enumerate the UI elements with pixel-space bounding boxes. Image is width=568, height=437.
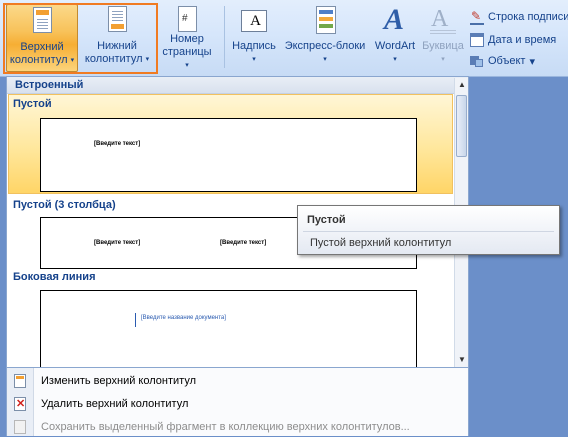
page-number-label-1: Номер xyxy=(170,33,204,45)
object-label: Объект xyxy=(488,55,526,67)
page-number-icon: # xyxy=(174,6,200,32)
placeholder-text: [Введите название документа] xyxy=(141,315,226,321)
object-icon xyxy=(470,54,484,68)
header-button[interactable]: Верхний колонтитул ▾ xyxy=(6,4,78,72)
chevron-down-icon: ▾ xyxy=(441,56,445,63)
chevron-down-icon: ▾ xyxy=(252,56,256,63)
edit-header-label: Изменить верхний колонтитул xyxy=(41,375,196,387)
save-selection-icon xyxy=(13,420,27,434)
chevron-down-icon: ▾ xyxy=(70,57,75,64)
group-separator xyxy=(224,6,225,68)
chevron-down-icon: ▾ xyxy=(145,56,150,63)
chevron-down-icon: ▾ xyxy=(529,55,535,68)
chevron-down-icon: ▾ xyxy=(323,56,327,63)
textbox-icon: A xyxy=(241,6,267,36)
tooltip-description: Пустой верхний колонтитул xyxy=(310,237,452,249)
wordart-button[interactable]: A WordArt ▾ xyxy=(370,4,420,72)
gallery-item-sidebar-preview[interactable]: [Введите название документа] xyxy=(40,290,417,367)
drop-cap-button[interactable]: A Буквица ▾ xyxy=(420,4,466,72)
save-selection-label: Сохранить выделенный фрагмент в коллекци… xyxy=(41,421,410,433)
page-number-label-2: страницы xyxy=(162,46,212,58)
save-selection-item[interactable]: Сохранить выделенный фрагмент в коллекци… xyxy=(7,417,468,437)
wordart-icon: A xyxy=(384,3,405,36)
gallery-header: Встроенный xyxy=(7,77,468,94)
ribbon: Верхний колонтитул ▾ Нижний колонтитул ▾… xyxy=(0,0,568,77)
signature-icon: ✎ xyxy=(470,9,484,25)
quick-parts-button[interactable]: Экспресс-блоки ▾ xyxy=(282,4,368,72)
header-button-label-2: колонтитул xyxy=(9,54,68,66)
scroll-thumb[interactable] xyxy=(456,95,467,157)
date-time-item[interactable]: Дата и время xyxy=(470,31,556,49)
quick-parts-label: Экспресс-блоки xyxy=(284,40,366,52)
drop-cap-label: Буквица xyxy=(422,40,464,52)
tooltip: Пустой Пустой верхний колонтитул xyxy=(297,205,560,255)
gallery-item-title: Боковая линия xyxy=(13,271,96,283)
chevron-down-icon: ▾ xyxy=(185,62,189,69)
header-icon xyxy=(29,7,55,37)
calendar-icon xyxy=(470,33,484,47)
footer-button-label-1: Нижний xyxy=(97,40,137,52)
drop-cap-icon: A xyxy=(430,6,456,36)
scroll-up-icon[interactable]: ▲ xyxy=(455,78,468,92)
delete-header-item[interactable]: ✕ Удалить верхний колонтитул xyxy=(7,394,468,414)
placeholder-text: [Введите текст] xyxy=(94,141,141,147)
header-button-label-1: Верхний xyxy=(20,41,64,53)
footer-icon xyxy=(104,6,130,36)
delete-header-icon: ✕ xyxy=(14,397,26,411)
gallery-item-title: Пустой (3 столбца) xyxy=(13,199,116,211)
object-item[interactable]: Объект ▾ xyxy=(470,52,535,70)
edit-header-item[interactable]: Изменить верхний колонтитул xyxy=(7,371,468,391)
gallery-item-blank-preview[interactable]: [Введите текст] xyxy=(40,118,417,192)
wordart-label: WordArt xyxy=(374,40,416,52)
placeholder-text: [Введите текст] xyxy=(220,240,267,246)
tooltip-title: Пустой xyxy=(307,214,346,226)
placeholder-text: [Введите текст] xyxy=(94,240,141,246)
textbox-button[interactable]: A Надпись ▾ xyxy=(228,4,280,72)
gallery-item-title: Пустой xyxy=(13,98,52,110)
date-time-label: Дата и время xyxy=(488,34,557,46)
header-menu: Изменить верхний колонтитул ✕ Удалить ве… xyxy=(6,368,469,436)
document-background xyxy=(469,77,568,436)
tooltip-divider xyxy=(303,231,554,232)
signature-line-label: Строка подписи xyxy=(488,11,568,23)
sidebar-line xyxy=(135,313,136,327)
signature-line-item[interactable]: ✎ Строка подписи xyxy=(470,8,568,26)
scroll-down-icon[interactable]: ▼ xyxy=(455,353,468,367)
footer-button-label-2: колонтитул xyxy=(84,53,143,65)
page-number-button[interactable]: # Номер страницы ▾ xyxy=(160,4,214,72)
delete-header-label: Удалить верхний колонтитул xyxy=(41,398,189,410)
textbox-label: Надпись xyxy=(232,40,276,52)
footer-button[interactable]: Нижний колонтитул ▾ xyxy=(80,4,154,72)
chevron-down-icon: ▾ xyxy=(393,56,397,63)
quick-parts-icon xyxy=(312,6,338,36)
edit-header-icon xyxy=(13,374,27,388)
